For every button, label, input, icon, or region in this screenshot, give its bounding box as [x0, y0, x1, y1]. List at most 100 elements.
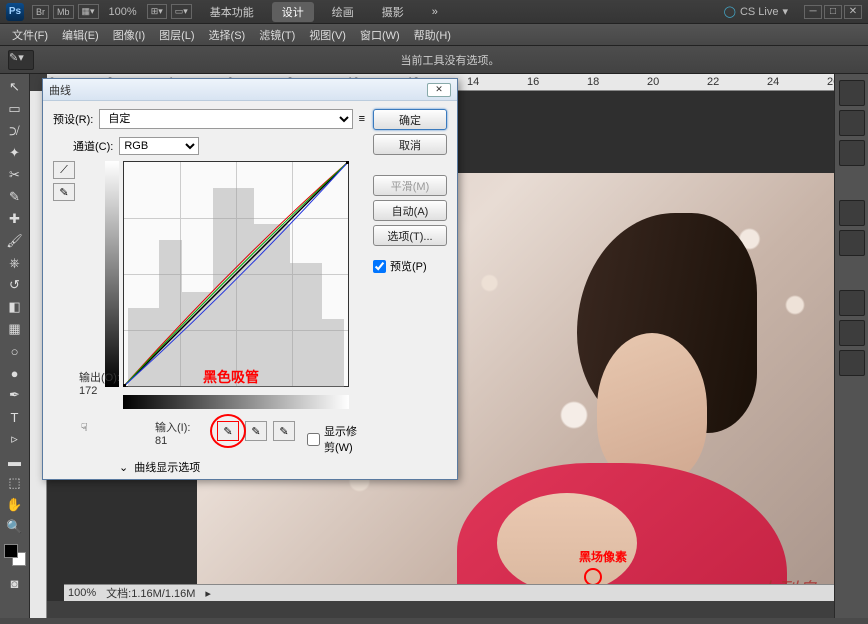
output-value[interactable]: 172 [79, 385, 120, 397]
menu-select[interactable]: 选择(S) [203, 25, 252, 45]
panel-icon-6[interactable] [839, 290, 865, 316]
no-options-text: 当前工具没有选项。 [401, 52, 500, 68]
quickmask-button[interactable]: ◙ [3, 573, 27, 593]
output-gradient [105, 161, 119, 387]
gradient-tool[interactable]: ▦ [3, 319, 27, 339]
options-bar: ✎▾ 当前工具没有选项。 [0, 46, 868, 74]
gray-eyedropper[interactable]: ✎ [245, 421, 267, 441]
options-button[interactable]: 选项(T)... [373, 225, 447, 246]
screenmode-button[interactable]: ▭▾ [171, 4, 192, 19]
minimize-button[interactable]: ─ [804, 5, 822, 19]
panel-icon-4[interactable] [839, 200, 865, 226]
panel-icon-1[interactable] [839, 80, 865, 106]
ok-button[interactable]: 确定 [373, 109, 447, 130]
preset-menu-icon[interactable]: ≡ [359, 113, 365, 125]
menu-layer[interactable]: 图层(L) [153, 25, 200, 45]
preset-select[interactable]: 自定 [99, 109, 352, 129]
dialog-titlebar[interactable]: 曲线 ✕ [43, 79, 457, 101]
status-zoom[interactable]: 100% [68, 587, 96, 599]
workspace-paint[interactable]: 绘画 [322, 2, 364, 22]
dialog-close-button[interactable]: ✕ [427, 83, 451, 97]
color-swatches[interactable] [4, 544, 26, 566]
zoom-tool[interactable]: 🔍 [3, 517, 27, 537]
hand-tool[interactable]: ✋ [3, 495, 27, 515]
curve-options-label[interactable]: 曲线显示选项 [134, 459, 200, 475]
input-label: 输入(I): [155, 419, 190, 435]
marquee-tool[interactable]: ▭ [3, 99, 27, 119]
eraser-tool[interactable]: ◧ [3, 297, 27, 317]
preview-checkbox[interactable] [373, 260, 386, 273]
dodge-tool[interactable]: ● [3, 363, 27, 383]
target-adjust-tool[interactable]: ☟ [81, 421, 88, 434]
white-eyedropper[interactable]: ✎ [273, 421, 295, 441]
input-gradient [123, 395, 349, 409]
type-tool[interactable]: T [3, 407, 27, 427]
curve-pencil-tool[interactable]: ✎ [53, 183, 75, 201]
application-bar: Ps Br Mb ▦▾ 100% ⊞▾ ▭▾ 基本功能 设计 绘画 摄影 » ◯… [0, 0, 868, 24]
panel-dock [834, 74, 868, 618]
cslive-button[interactable]: ◯CS Live▾ [724, 5, 788, 18]
panel-icon-3[interactable] [839, 140, 865, 166]
input-value[interactable]: 81 [155, 435, 190, 447]
hands [497, 493, 637, 593]
move-tool[interactable]: ↖ [3, 77, 27, 97]
status-more[interactable]: ▸ [205, 587, 211, 600]
path-tool[interactable]: ▹ [3, 429, 27, 449]
zoom-level[interactable]: 100% [109, 6, 137, 18]
channel-label: 通道(C): [73, 138, 113, 154]
menu-bar: 文件(F) 编辑(E) 图像(I) 图层(L) 选择(S) 滤镜(T) 视图(V… [0, 24, 868, 46]
status-doc[interactable]: 文档:1.16M/1.16M [106, 585, 195, 601]
fg-color[interactable] [4, 544, 18, 558]
curves-dialog: 曲线 ✕ 预设(R): 自定 ≡ 通道(C): RGB ⟋ ✎ [42, 78, 458, 480]
menu-window[interactable]: 窗口(W) [354, 25, 406, 45]
brush-tool[interactable]: 🖌 [3, 231, 27, 251]
person [407, 213, 807, 601]
toolbox: ↖ ▭ ⟉ ✦ ✂ ✎ ✚ 🖌 ⎈ ↺ ◧ ▦ ○ ● ✒ T ▹ ▬ ⬚ ✋ … [0, 74, 30, 618]
blur-tool[interactable]: ○ [3, 341, 27, 361]
minibridge-button[interactable]: Mb [53, 5, 74, 19]
panel-icon-2[interactable] [839, 110, 865, 136]
panel-icon-5[interactable] [839, 230, 865, 256]
close-button[interactable]: ✕ [844, 5, 862, 19]
panel-icon-8[interactable] [839, 350, 865, 376]
curve-options-toggle[interactable]: ⌄ [119, 461, 128, 474]
3d-tool[interactable]: ⬚ [3, 473, 27, 493]
current-tool-icon[interactable]: ✎▾ [8, 50, 34, 70]
eyedropper-tool[interactable]: ✎ [3, 187, 27, 207]
view-extras-button[interactable]: ▦▾ [78, 4, 99, 19]
menu-image[interactable]: 图像(I) [107, 25, 151, 45]
panel-icon-7[interactable] [839, 320, 865, 346]
preview-label: 预览(P) [390, 258, 427, 274]
workspace-more[interactable]: » [422, 4, 448, 20]
menu-filter[interactable]: 滤镜(T) [253, 25, 301, 45]
arrange-button[interactable]: ⊞▾ [147, 4, 167, 19]
menu-edit[interactable]: 编辑(E) [56, 25, 105, 45]
workspace-photo[interactable]: 摄影 [372, 2, 414, 22]
preset-label: 预设(R): [53, 111, 93, 127]
menu-help[interactable]: 帮助(H) [408, 25, 457, 45]
curve-point-tool[interactable]: ⟋ [53, 161, 75, 179]
crop-tool[interactable]: ✂ [3, 165, 27, 185]
black-pixel-label: 黑场像素 [579, 548, 627, 565]
show-clipping-checkbox[interactable] [307, 433, 320, 446]
pen-tool[interactable]: ✒ [3, 385, 27, 405]
menu-file[interactable]: 文件(F) [6, 25, 54, 45]
dialog-title: 曲线 [49, 82, 71, 98]
lasso-tool[interactable]: ⟉ [3, 121, 27, 141]
ps-logo: Ps [6, 3, 24, 21]
menu-view[interactable]: 视图(V) [303, 25, 352, 45]
workspace-design[interactable]: 设计 [272, 2, 314, 22]
shape-tool[interactable]: ▬ [3, 451, 27, 471]
bridge-button[interactable]: Br [32, 5, 49, 19]
workspace-basic[interactable]: 基本功能 [200, 2, 264, 22]
cancel-button[interactable]: 取消 [373, 134, 447, 155]
maximize-button[interactable]: □ [824, 5, 842, 19]
stamp-tool[interactable]: ⎈ [3, 253, 27, 273]
heal-tool[interactable]: ✚ [3, 209, 27, 229]
show-clipping-label: 显示修剪(W) [324, 423, 359, 455]
history-brush-tool[interactable]: ↺ [3, 275, 27, 295]
channel-select[interactable]: RGB [119, 137, 199, 155]
wand-tool[interactable]: ✦ [3, 143, 27, 163]
curve-lines [123, 161, 349, 387]
auto-button[interactable]: 自动(A) [373, 200, 447, 221]
